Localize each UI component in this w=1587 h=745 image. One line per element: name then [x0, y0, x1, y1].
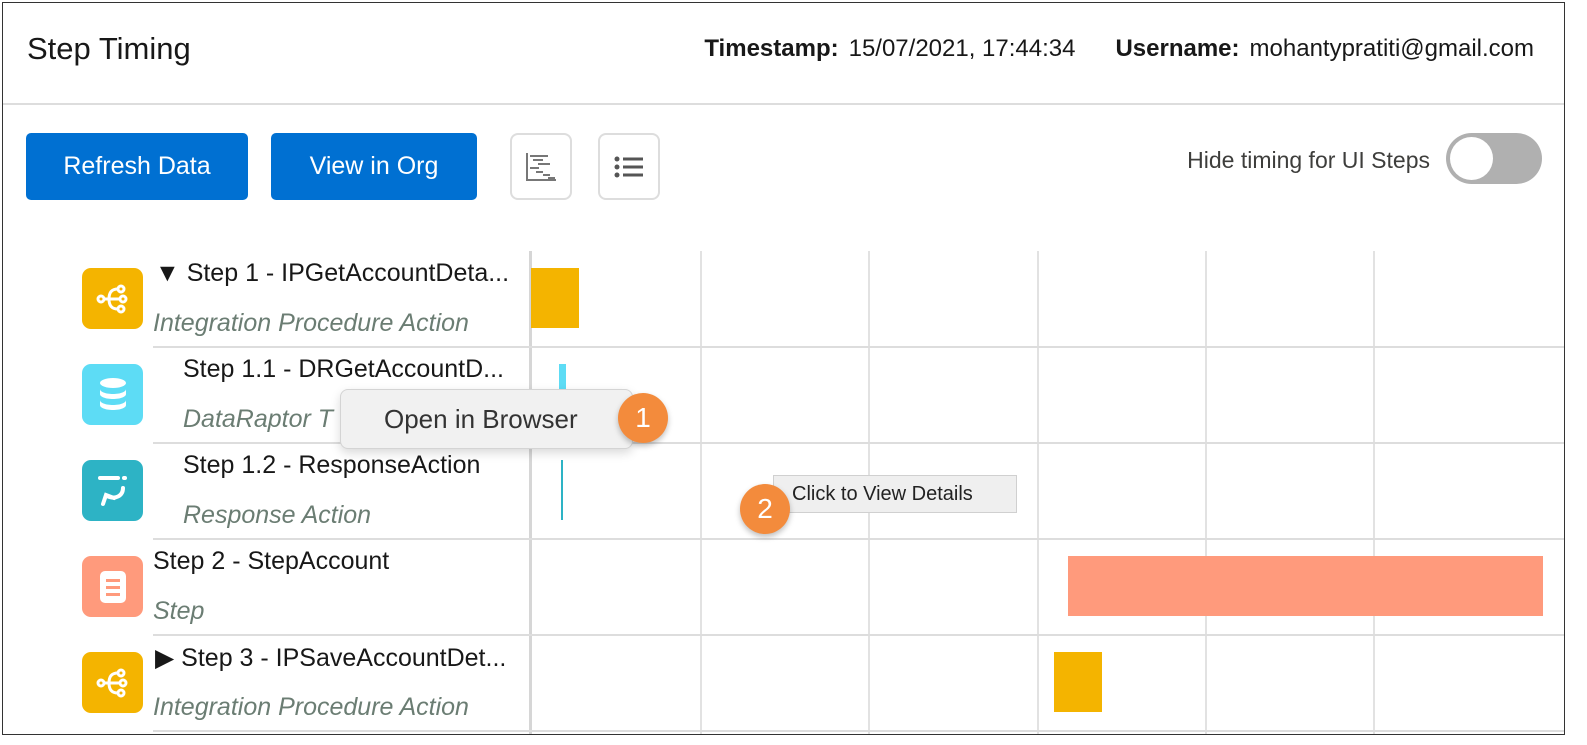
callout-badge-2: 2: [740, 484, 790, 534]
timeline-view-button[interactable]: [510, 133, 572, 200]
step-icon: [82, 556, 143, 617]
step-name[interactable]: Step 1.2 - ResponseAction: [183, 451, 480, 480]
list-icon: [614, 156, 643, 177]
step-type: DataRaptor T: [183, 405, 334, 433]
integration-procedure-icon: [82, 652, 143, 713]
timestamp-label: Timestamp:: [704, 35, 839, 62]
context-menu-open-in-browser[interactable]: Open in Browser: [340, 389, 633, 449]
timing-bar-step-1[interactable]: [531, 268, 579, 328]
database-icon: [82, 364, 143, 425]
response-action-icon: [82, 460, 143, 521]
view-in-org-button[interactable]: View in Org: [271, 133, 477, 200]
toggle-knob: [1450, 137, 1493, 180]
refresh-data-button[interactable]: Refresh Data: [26, 133, 248, 200]
callout-badge-1: 1: [618, 393, 668, 443]
step-name[interactable]: Step 2 - StepAccount: [153, 547, 389, 576]
step-row[interactable]: ▼ Step 1 - IPGetAccountDeta... Integrati…: [3, 251, 1564, 347]
header: Step Timing Timestamp: 15/07/2021, 17:44…: [3, 3, 1564, 105]
timing-bar-step-2[interactable]: [1068, 556, 1543, 616]
timing-bar-step-3[interactable]: [1054, 652, 1102, 712]
step-row[interactable]: Step 1.1 - DRGetAccountD... DataRaptor T: [3, 347, 1564, 443]
step-name[interactable]: ▶ Step 3 - IPSaveAccountDet...: [155, 643, 506, 673]
page-title: Step Timing: [27, 31, 191, 66]
step-timing-panel: Step Timing Timestamp: 15/07/2021, 17:44…: [2, 2, 1565, 735]
view-details-tooltip: Click to View Details: [773, 475, 1017, 513]
username-value: mohantypratiti@gmail.com: [1249, 35, 1534, 62]
gantt-chart-icon: [526, 152, 556, 181]
timing-bar-step-1-2[interactable]: [561, 460, 563, 520]
header-meta: Timestamp: 15/07/2021, 17:44:34 Username…: [674, 35, 1534, 63]
row-divider: [153, 730, 1564, 732]
step-name[interactable]: ▼ Step 1 - IPGetAccountDeta...: [155, 259, 509, 288]
integration-procedure-icon: [82, 268, 143, 329]
timestamp-value: 15/07/2021, 17:44:34: [848, 35, 1076, 62]
username-label: Username:: [1115, 35, 1240, 62]
step-row[interactable]: ▶ Step 3 - IPSaveAccountDet... Integrati…: [3, 635, 1564, 731]
hide-ui-timing-toggle[interactable]: [1446, 133, 1542, 184]
step-type: Integration Procedure Action: [153, 309, 469, 337]
hide-ui-timing-label: Hide timing for UI Steps: [1187, 147, 1430, 173]
list-view-button[interactable]: [598, 133, 660, 200]
step-type: Integration Procedure Action: [153, 693, 469, 721]
step-type: Response Action: [183, 501, 372, 529]
step-name[interactable]: Step 1.1 - DRGetAccountD...: [183, 355, 504, 384]
step-type: Step: [153, 597, 205, 625]
